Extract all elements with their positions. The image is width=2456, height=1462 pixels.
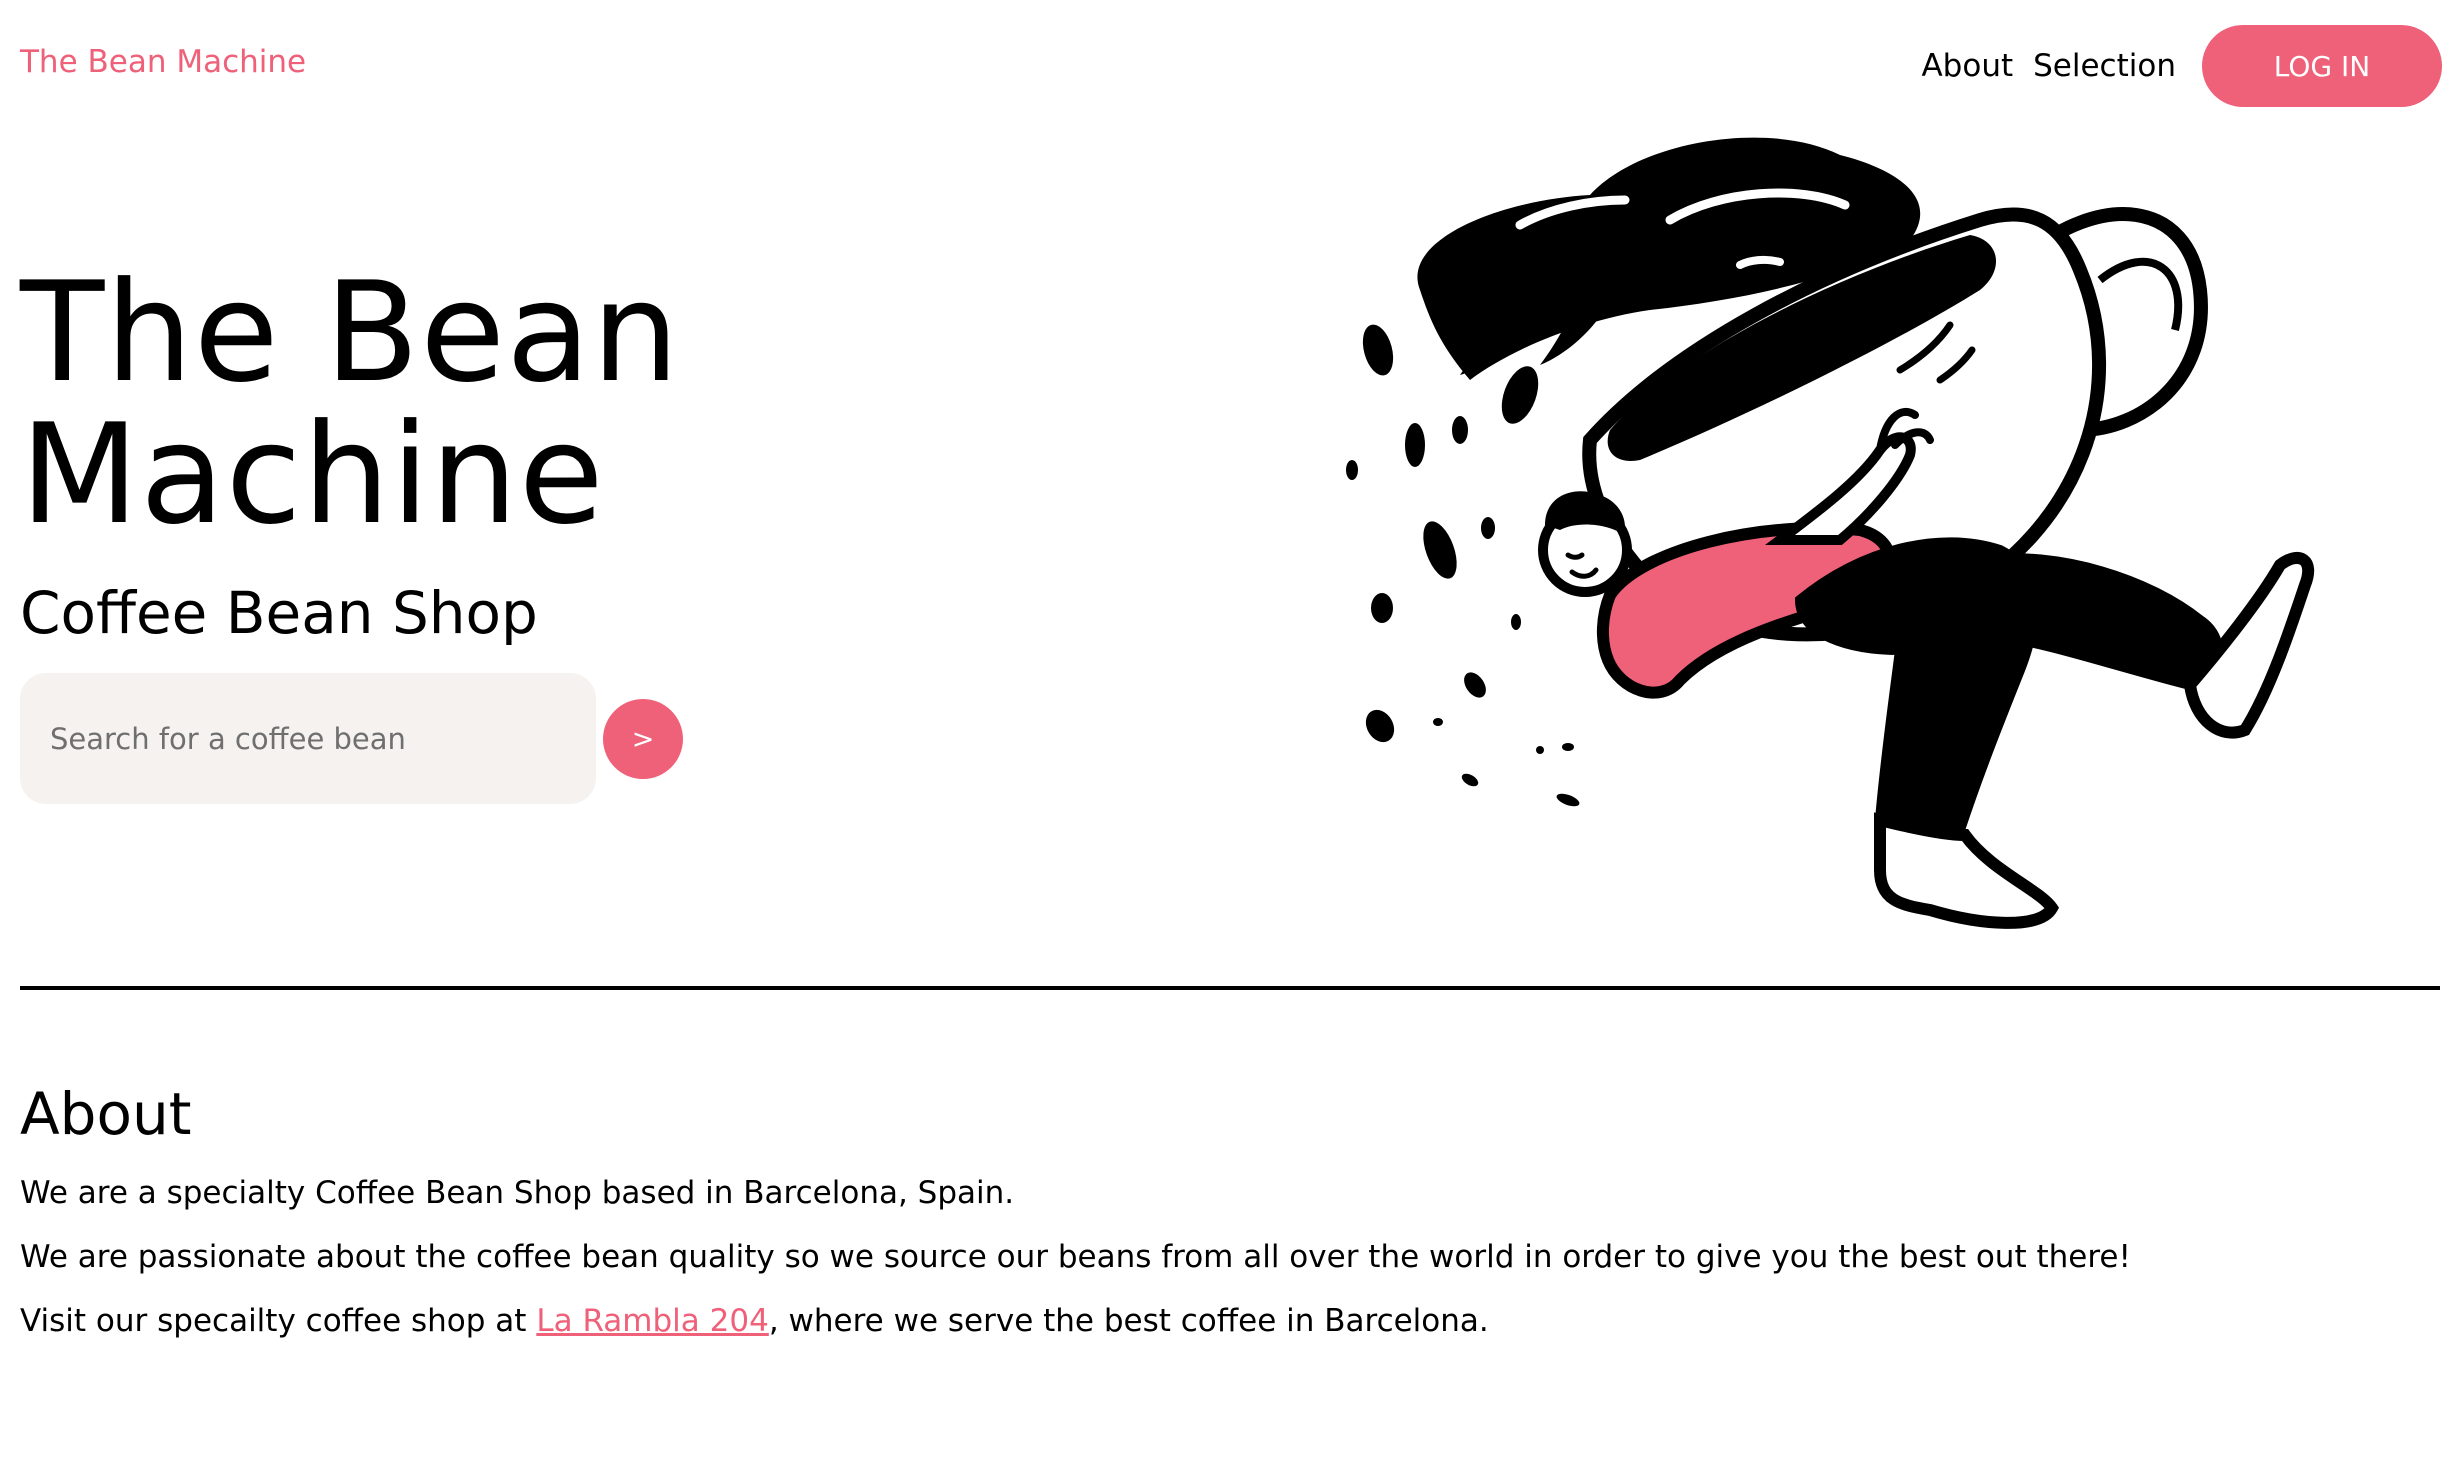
brand-logo-link[interactable]: The Bean Machine — [20, 44, 306, 80]
nav-about-link[interactable]: About — [1921, 48, 2013, 84]
about-paragraph-3-prefix: Visit our specailty coffee shop at — [20, 1303, 537, 1339]
hero-title: The Bean Machine — [20, 262, 680, 546]
top-nav: About Selection LOG IN — [1921, 25, 2442, 107]
search-submit-button[interactable]: > — [603, 699, 683, 779]
about-paragraph-1: We are a specialty Coffee Bean Shop base… — [20, 1175, 1015, 1211]
hero-title-line-1: The Bean — [20, 252, 681, 413]
login-button[interactable]: LOG IN — [2202, 25, 2442, 107]
address-link[interactable]: La Rambla 204 — [536, 1303, 769, 1339]
section-divider — [20, 986, 2440, 990]
hero-title-line-2: Machine — [20, 394, 605, 555]
nav-selection-link[interactable]: Selection — [2033, 48, 2176, 84]
search-input[interactable] — [20, 673, 596, 804]
about-heading: About — [20, 1080, 192, 1148]
coffee-cup-runner-illustration — [1346, 137, 2315, 929]
hero-subtitle: Coffee Bean Shop — [20, 579, 538, 647]
about-paragraph-3: Visit our specailty coffee shop at La Ra… — [20, 1301, 1489, 1341]
about-paragraph-3-suffix: , where we serve the best coffee in Barc… — [768, 1303, 1489, 1339]
about-paragraph-2: We are passionate about the coffee bean … — [20, 1239, 2131, 1275]
